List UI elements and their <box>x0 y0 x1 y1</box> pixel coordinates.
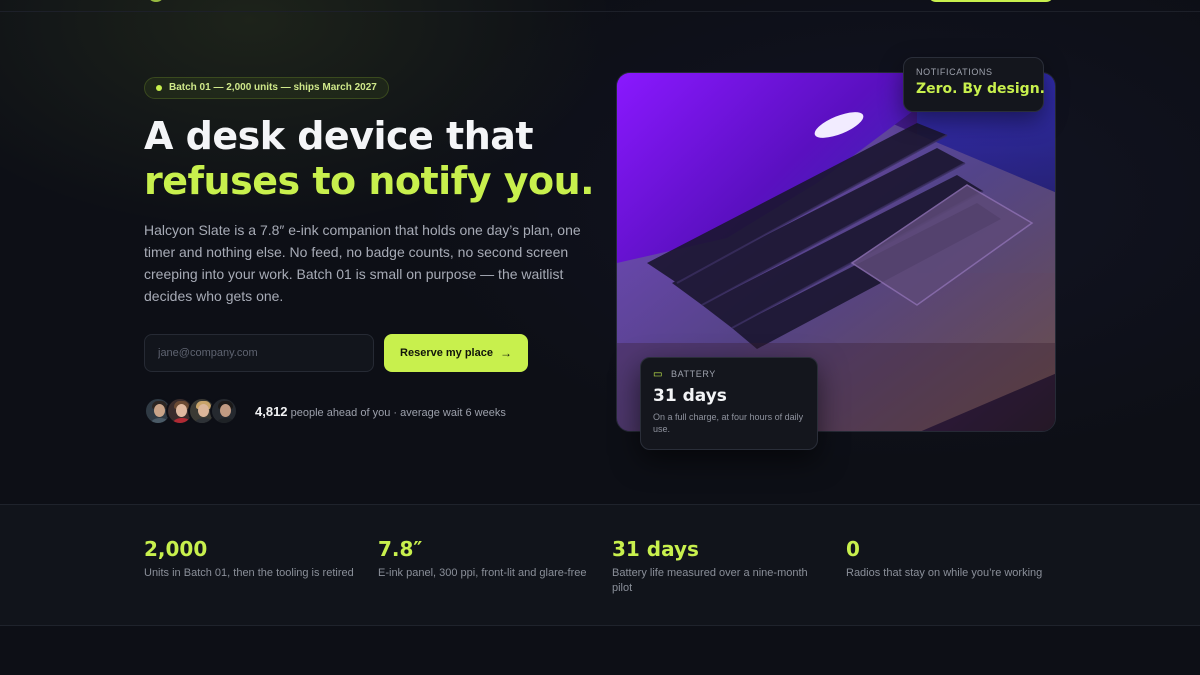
nav-cta-button[interactable] <box>928 0 1054 2</box>
battery-value: 31 days <box>653 386 727 406</box>
top-nav <box>0 0 1200 12</box>
battery-icon: ▭ <box>653 368 663 380</box>
batch-badge: Batch 01 — 2,000 units — ships March 202… <box>144 77 389 99</box>
email-input[interactable] <box>144 334 374 372</box>
hero-description: Halcyon Slate is a 7.8″ e-ink companion … <box>144 222 581 304</box>
notifications-card: NOTIFICATIONS Zero. By design. <box>903 57 1045 112</box>
waitlist-count: 4,812 <box>255 404 288 419</box>
reserve-button[interactable]: Reserve my place → <box>384 334 528 372</box>
status-dot-icon <box>156 85 162 91</box>
stat-value: 31 days <box>612 537 699 561</box>
brand-logo[interactable] <box>147 0 165 2</box>
stat-value: 7.8″ <box>378 537 423 561</box>
battery-eyebrow: BATTERY <box>671 369 716 379</box>
stat-units: 2,000 Units in Batch 01, then the toolin… <box>144 537 354 581</box>
stat-battery: 31 days Battery life measured over a nin… <box>612 537 822 596</box>
headline-line-1: A desk device that <box>144 114 534 158</box>
landing-page: Batch 01 — 2,000 units — ships March 202… <box>0 0 1200 675</box>
waitlist-caption: people ahead of you · average wait 6 wee… <box>290 407 506 419</box>
notifications-value: Zero. By design. <box>916 81 1045 97</box>
reserve-button-label: Reserve my place <box>400 347 493 359</box>
battery-card: ▭ BATTERY 31 days On a full charge, at f… <box>640 357 818 450</box>
avatar <box>210 397 238 425</box>
stat-radios: 0 Radios that stay on while you’re worki… <box>846 537 1056 581</box>
batch-badge-label: Batch 01 — 2,000 units — ships March 202… <box>169 82 377 93</box>
battery-description: On a full charge, at four hours of daily… <box>653 412 804 434</box>
notifications-eyebrow: NOTIFICATIONS <box>916 67 993 77</box>
hero-headline: A desk device that refuses to notify you… <box>144 114 595 204</box>
stat-label: Battery life measured over a nine-month … <box>612 567 808 594</box>
waitlist-status: 4,812 people ahead of you · average wait… <box>255 404 506 419</box>
stat-label: Units in Batch 01, then the tooling is r… <box>144 567 354 579</box>
stat-value: 2,000 <box>144 537 208 561</box>
headline-line-2: refuses to notify you. <box>144 159 595 203</box>
stat-label: Radios that stay on while you’re working <box>846 567 1043 579</box>
stat-label: E-ink panel, 300 ppi, front-lit and glar… <box>378 567 587 579</box>
stat-value: 0 <box>846 537 860 561</box>
stat-panel: 7.8″ E-ink panel, 300 ppi, front-lit and… <box>378 537 588 581</box>
stats-strip: 2,000 Units in Batch 01, then the toolin… <box>0 504 1200 626</box>
arrow-right-icon: → <box>499 346 512 360</box>
